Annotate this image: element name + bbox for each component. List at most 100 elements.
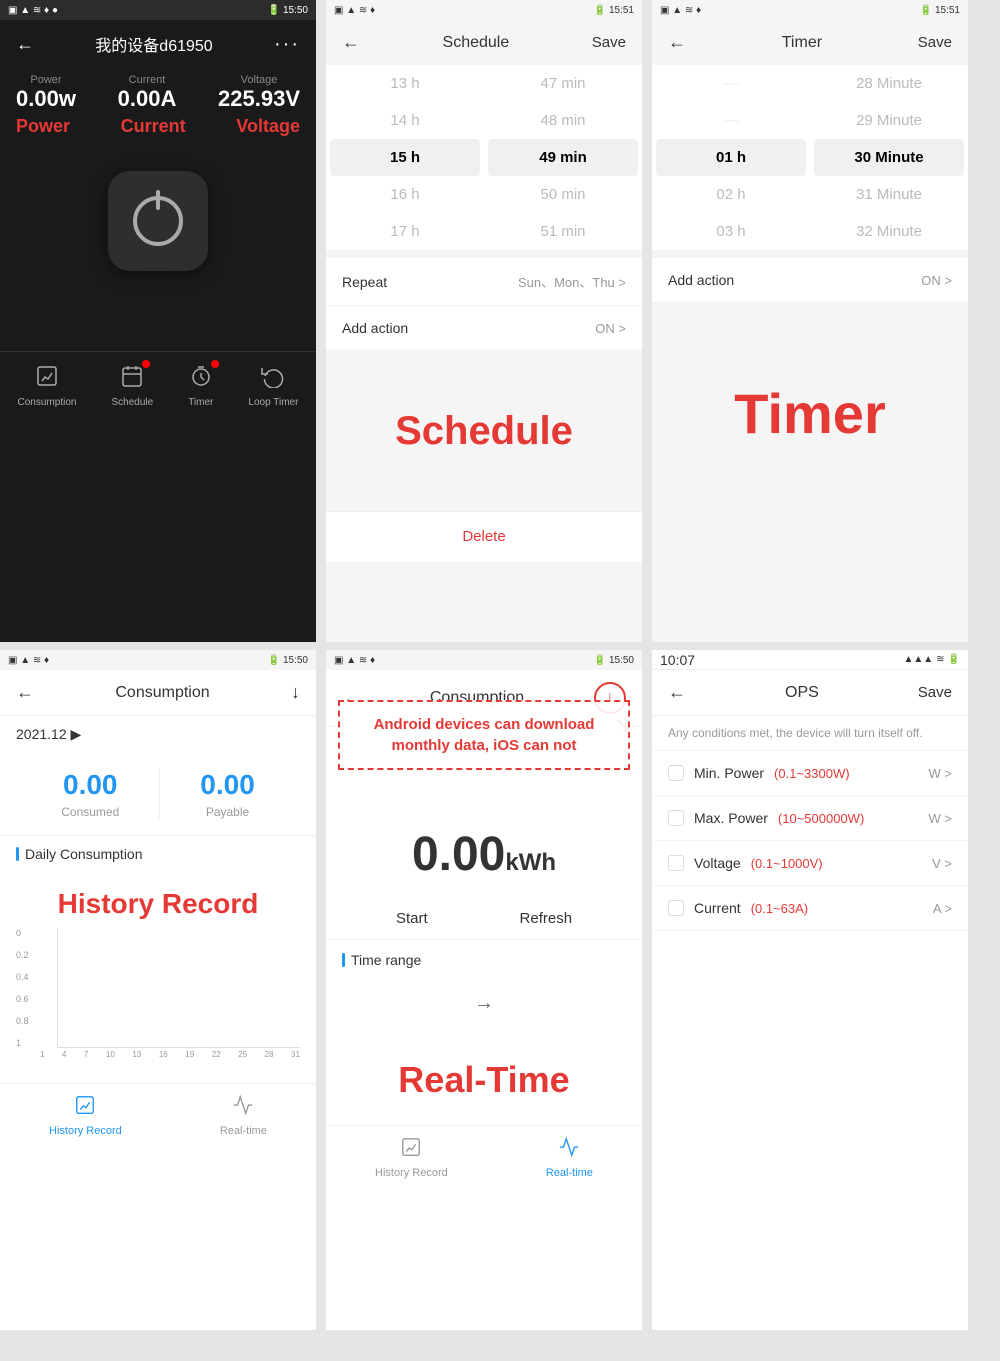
timer-min-28[interactable]: 28 Minute [810, 65, 968, 102]
ops-row-voltage[interactable]: Voltage (0.1~1000V) V > [652, 841, 968, 886]
ops-row-max-power[interactable]: Max. Power (10~500000W) W > [652, 796, 968, 841]
schedule-preview-label: Schedule [395, 409, 573, 454]
ops-note: Any conditions met, the device will turn… [652, 716, 968, 751]
ops-row-current[interactable]: Current (0.1~63A) A > [652, 886, 968, 931]
consumption-download-1[interactable]: ↓ [291, 682, 300, 703]
timer-min-29[interactable]: 29 Minute [810, 102, 968, 139]
hour-item-14[interactable]: 14 h [326, 102, 484, 139]
add-action-row-timer[interactable]: Add action ON > [652, 258, 968, 303]
ops-checkbox-max-power[interactable] [668, 810, 684, 826]
refresh-btn[interactable]: Refresh [520, 910, 573, 927]
stats-row-1: 0.00 Consumed 0.00 Payable [0, 753, 316, 836]
timer-hour-02[interactable]: 02 h [652, 176, 810, 213]
delete-btn-container[interactable]: Delete [326, 511, 642, 562]
timer-hour-empty-1: — [652, 65, 810, 102]
status-left-icons: ▣ ▲ ≋ ♦ ● [8, 5, 58, 16]
ops-checkbox-min-power[interactable] [668, 765, 684, 781]
wifi-ops: ≋ [936, 654, 944, 665]
device-back-btn[interactable]: ← [16, 34, 34, 55]
hour-item-17[interactable]: 17 h [326, 213, 484, 250]
nav-loop-timer[interactable]: Loop Timer [248, 364, 298, 408]
ops-current-unit[interactable]: A > [933, 901, 952, 916]
timer-min-30[interactable]: 30 Minute [814, 139, 964, 176]
status-timer-right: 🔋 15:51 [920, 5, 960, 16]
start-btn[interactable]: Start [396, 910, 428, 927]
nav-schedule[interactable]: Schedule [111, 364, 153, 408]
consumption-screen-1: ▣ ▲ ≋ ♦ 🔋 15:50 ← Consumption ↓ 2021.12 … [0, 650, 316, 1330]
tab-realtime-1[interactable]: Real-time [220, 1094, 267, 1137]
minutes-col[interactable]: 47 min 48 min 49 min 50 min 51 min [484, 65, 642, 250]
min-item-49-selected[interactable]: 49 min [488, 139, 638, 176]
chart-bars [57, 928, 300, 1048]
timer-min-32[interactable]: 32 Minute [810, 213, 968, 250]
nav-consumption[interactable]: Consumption [18, 364, 77, 408]
device-screen: ▣ ▲ ≋ ♦ ● 🔋 15:50 ← 我的设备d61950 ··· Power… [0, 0, 316, 642]
timer-settings: Add action ON > [652, 258, 968, 303]
schedule-save[interactable]: Save [592, 34, 626, 51]
realtime-icon-2 [558, 1136, 580, 1164]
chart-area-1: 10.80.60.40.20 1471013161922252831 [0, 928, 316, 1059]
ops-voltage-unit[interactable]: V > [932, 856, 952, 871]
timer-minutes-col[interactable]: 28 Minute 29 Minute 30 Minute 31 Minute … [810, 65, 968, 250]
power-button[interactable] [108, 171, 208, 271]
ops-checkbox-voltage[interactable] [668, 855, 684, 871]
ops-max-power-unit[interactable]: W > [929, 811, 952, 826]
realtime-label-2: Real-Time [326, 1043, 642, 1117]
daily-label: Daily Consumption [25, 846, 143, 862]
kwh-value: 0.00 [412, 828, 505, 881]
status-c2-right: 🔋 15:50 [594, 655, 634, 666]
schedule-back[interactable]: ← [342, 32, 360, 53]
timer-hour-03[interactable]: 03 h [652, 213, 810, 250]
tab-realtime-label-1: Real-time [220, 1125, 267, 1137]
timer-hours-col[interactable]: — — 01 h 02 h 03 h [652, 65, 810, 250]
tab-history-2[interactable]: History Record [375, 1136, 448, 1179]
status-bar-sch: ▣ ▲ ≋ ♦ 🔋 15:51 [326, 0, 642, 20]
ops-row-min-power[interactable]: Min. Power (0.1~3300W) W > [652, 751, 968, 796]
device-header: ← 我的设备d61950 ··· [0, 20, 316, 64]
ops-save[interactable]: Save [918, 684, 952, 701]
consumption-screen-2: ▣ ▲ ≋ ♦ 🔋 15:50 ← Consumption ↓ ↘ Androi… [326, 650, 642, 1330]
hour-item-15-selected[interactable]: 15 h [330, 139, 480, 176]
consumption-title-1: Consumption [115, 684, 209, 702]
ops-time: 10:07 [660, 652, 695, 668]
ops-min-power-label: Min. Power [694, 765, 764, 781]
consumption-back-1[interactable]: ← [16, 682, 34, 703]
tab-realtime-2[interactable]: Real-time [546, 1136, 593, 1179]
time-c2: 15:50 [609, 655, 634, 666]
battery-icon: 🔋 [268, 5, 280, 16]
min-item-51[interactable]: 51 min [484, 213, 642, 250]
consumed-label: Consumed [61, 805, 119, 819]
timer-min-31[interactable]: 31 Minute [810, 176, 968, 213]
timer-screen: ▣ ▲ ≋ ♦ 🔋 15:51 ← Timer Save — — 01 h 02… [652, 0, 968, 642]
hours-col[interactable]: 13 h 14 h 15 h 16 h 17 h [326, 65, 484, 250]
nav-timer[interactable]: Timer [188, 364, 213, 408]
daily-section-title: Daily Consumption [0, 836, 316, 872]
ops-back[interactable]: ← [668, 682, 686, 703]
repeat-row[interactable]: Repeat Sun、Mon、Thu > [326, 258, 642, 306]
device-menu-btn[interactable]: ··· [274, 33, 300, 56]
timer-back[interactable]: ← [668, 32, 686, 53]
ops-checkbox-current[interactable] [668, 900, 684, 916]
timer-save[interactable]: Save [918, 34, 952, 51]
time-picker-timer: — — 01 h 02 h 03 h 28 Minute 29 Minute 3… [652, 65, 968, 250]
payable-label: Payable [200, 805, 255, 819]
kwh-unit: kWh [505, 849, 556, 876]
tab-history-1[interactable]: History Record [49, 1094, 122, 1137]
add-action-row-sch[interactable]: Add action ON > [326, 306, 642, 351]
hour-item-16[interactable]: 16 h [326, 176, 484, 213]
hour-item-13[interactable]: 13 h [326, 65, 484, 102]
min-item-48[interactable]: 48 min [484, 102, 642, 139]
power-item-voltage: Voltage 225.93V [218, 74, 300, 112]
battery-timer: 🔋 [920, 5, 932, 16]
status-bar-ops: 10:07 ▲▲▲ ≋ 🔋 [652, 650, 968, 670]
battery-ops: 🔋 [948, 654, 960, 665]
add-action-value-timer: ON > [921, 273, 952, 288]
min-item-50[interactable]: 50 min [484, 176, 642, 213]
min-item-47[interactable]: 47 min [484, 65, 642, 102]
ops-row-min-power-left: Min. Power (0.1~3300W) [668, 765, 850, 781]
timer-hour-01[interactable]: 01 h [656, 139, 806, 176]
date-row-1[interactable]: 2021.12 ▶ [0, 716, 316, 753]
status-sch-right: 🔋 15:51 [594, 5, 634, 16]
ops-min-power-unit[interactable]: W > [929, 766, 952, 781]
ops-row-current-left: Current (0.1~63A) [668, 900, 808, 916]
